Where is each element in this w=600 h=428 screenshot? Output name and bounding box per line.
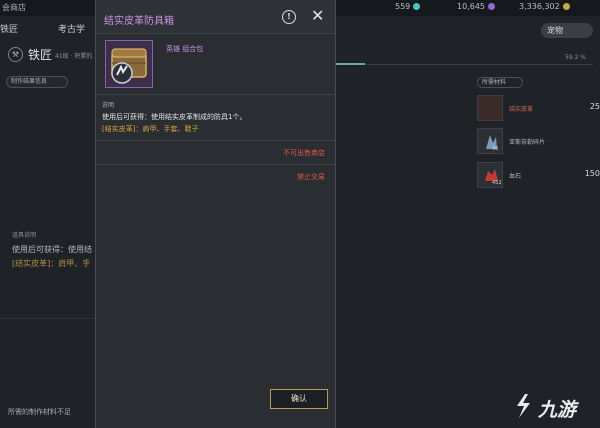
info-icon[interactable]: ! bbox=[282, 10, 296, 24]
craft-result-label: 制作结果信息 bbox=[11, 78, 48, 85]
bg-desc-line1: 使用后可获得：使用结 bbox=[12, 245, 92, 254]
gem-icon bbox=[488, 3, 495, 10]
material-name: 结实皮革 bbox=[509, 106, 534, 113]
armor-chest-icon bbox=[111, 48, 147, 84]
progress-track bbox=[335, 64, 593, 65]
materials-header: 所需材料 bbox=[477, 77, 523, 88]
item-icon bbox=[105, 40, 153, 88]
bg-divider bbox=[0, 318, 95, 319]
resource-1: 559 bbox=[395, 2, 421, 11]
logo-icon bbox=[517, 394, 530, 418]
desc-line2: [结实皮革]：肩甲、手套、鞋子 bbox=[102, 125, 199, 133]
craft-result-button[interactable]: 制作结果信息 bbox=[6, 76, 68, 88]
gold-icon bbox=[562, 3, 570, 10]
tab-smith[interactable]: 铁匠 bbox=[0, 22, 18, 35]
bloodstone-icon: 452 bbox=[477, 162, 503, 188]
material-name: 亚斯奈勒碎片 bbox=[509, 139, 546, 146]
warning-no-shop: 不可出售商店 bbox=[283, 149, 325, 157]
bg-desc-line2: [结实皮革]：肩甲、手 bbox=[12, 259, 91, 268]
close-icon[interactable]: ✕ bbox=[311, 8, 324, 24]
material-leather[interactable]: 结实皮革 25 bbox=[477, 95, 600, 121]
bg-desc-label: 道具说明 bbox=[12, 232, 37, 239]
pet-button[interactable]: 宠物 bbox=[541, 23, 593, 38]
smith-title: 铁匠 bbox=[28, 48, 53, 62]
logo-text: 九游 bbox=[538, 399, 577, 421]
bg-bottom-notice: 所需的制作材料不足 bbox=[8, 408, 71, 416]
smith-icon: ⚒ bbox=[8, 47, 23, 62]
material-qty: 36 bbox=[492, 146, 499, 152]
shop-label[interactable]: 会商店 bbox=[2, 2, 26, 13]
desc-label: 说明 bbox=[102, 102, 115, 109]
warning-no-trade: 禁止交易 bbox=[297, 173, 325, 181]
watermark-logo: 九游 bbox=[512, 392, 594, 424]
resource-2-value: 10,645 bbox=[457, 2, 485, 11]
material-name: 血石 bbox=[509, 173, 522, 180]
desc-line1: 使用后可获得：使用结实皮革制成的防具1个。 bbox=[102, 113, 247, 121]
item-detail-modal: 结实皮革防具箱 ! ✕ 英雄 组合包 说明 使用后可获得：使用结实皮革制成的防具… bbox=[95, 0, 336, 428]
modal-title: 结实皮革防具箱 bbox=[104, 16, 174, 27]
resource-3: 3,336,302 bbox=[519, 2, 570, 11]
tab-archaeology[interactable]: 考古学 bbox=[58, 22, 85, 35]
confirm-button[interactable]: 确认 bbox=[270, 389, 328, 409]
divider bbox=[96, 164, 335, 165]
leather-icon bbox=[477, 95, 503, 121]
progress-fill bbox=[335, 63, 365, 65]
divider bbox=[96, 140, 335, 141]
shard-icon: 36 bbox=[477, 128, 503, 154]
material-bloodstone[interactable]: 452 血石 150 bbox=[477, 162, 600, 188]
material-shard[interactable]: 36 亚斯奈勒碎片 bbox=[477, 128, 600, 154]
item-grade-type: 英雄 组合包 bbox=[166, 45, 204, 53]
resource-3-value: 3,336,302 bbox=[519, 2, 560, 11]
crystal-icon bbox=[413, 3, 421, 10]
material-count: 25 bbox=[589, 102, 600, 111]
smith-level: 41级 · 积累的… bbox=[55, 53, 99, 60]
modal-header: 结实皮革防具箱 ! ✕ bbox=[96, 0, 335, 34]
divider bbox=[96, 94, 335, 95]
material-qty: 452 bbox=[492, 180, 502, 186]
resource-1-value: 559 bbox=[395, 2, 411, 11]
pet-button-label: 宠物 bbox=[547, 26, 563, 35]
material-count: 150 bbox=[584, 169, 600, 178]
resource-2: 10,645 bbox=[457, 2, 495, 11]
progress-percent: 59.2 % bbox=[565, 54, 586, 61]
